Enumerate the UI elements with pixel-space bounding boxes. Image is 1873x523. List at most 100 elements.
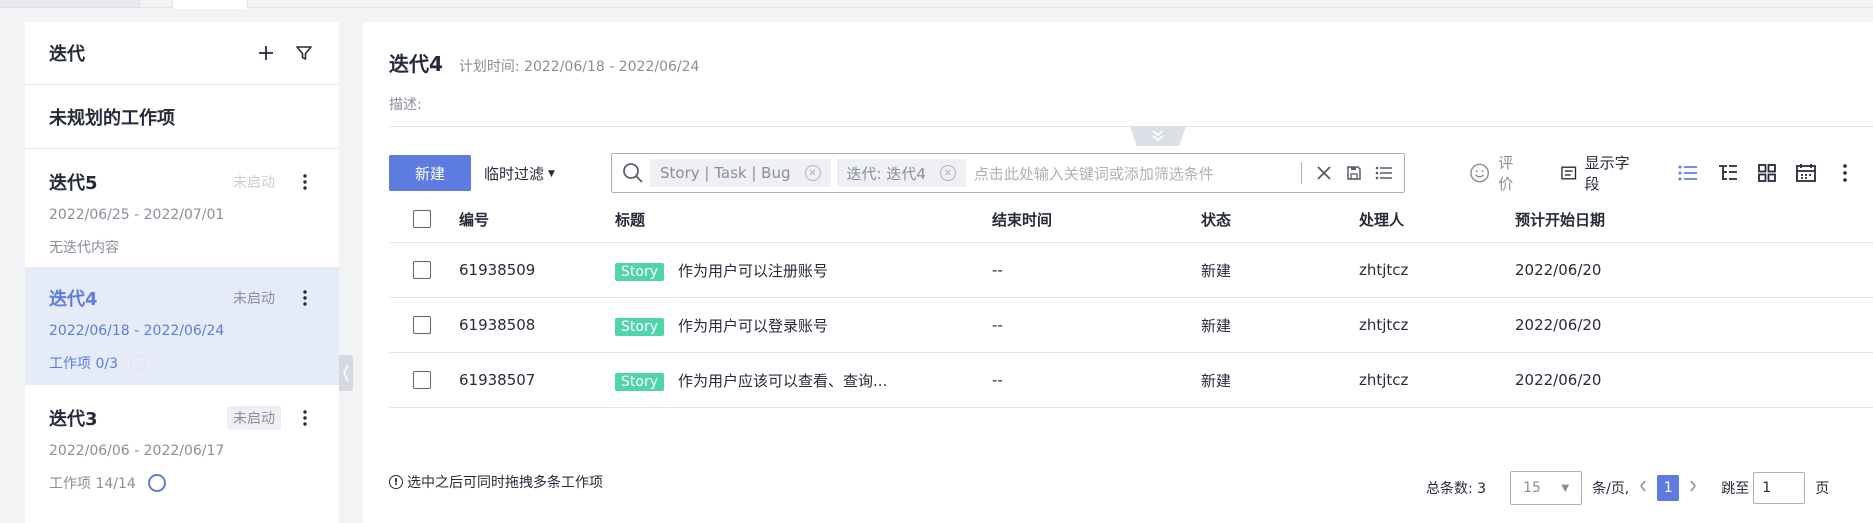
main-panel: 迭代4 计划时间: 2022/06/18 - 2022/06/24 描述: 新建… (363, 22, 1873, 523)
table-row[interactable]: 61938507 Story 作为用户应该可以查看、查询... -- 新建 zht… (389, 353, 1873, 408)
iteration-date: 2022/06/25 - 2022/07/01 (49, 207, 225, 223)
row-checkbox[interactable] (413, 371, 431, 389)
table-header: 编号 标题 结束时间 状态 处理人 预计开始日期 (389, 196, 1873, 243)
col-title[interactable]: 标题 (615, 209, 645, 230)
view-tools: 评价 显示字段 (1469, 153, 1873, 193)
row-status[interactable]: 新建 (1201, 315, 1231, 336)
caret-down-icon: ▼ (548, 168, 555, 179)
row-title[interactable]: Story 作为用户可以登录账号 (615, 315, 828, 336)
workitem-table: 编号 标题 结束时间 状态 处理人 预计开始日期 61938509 Story 作… (389, 210, 1873, 408)
col-status[interactable]: 状态 (1201, 209, 1231, 230)
row-checkbox[interactable] (413, 316, 431, 334)
table-row[interactable]: 61938509 Story 作为用户可以注册账号 -- 新建 zhtjtcz 2… (389, 243, 1873, 298)
row-owner[interactable]: zhtjtcz (1359, 316, 1408, 334)
unplanned-items[interactable]: 未规划的工作项 (25, 85, 339, 149)
show-fields-button[interactable]: 显示字段 (1561, 152, 1642, 194)
expand-toggle[interactable] (1130, 126, 1186, 146)
row-title-text[interactable]: 作为用户应该可以查看、查询... (678, 372, 887, 390)
row-title-text[interactable]: 作为用户可以注册账号 (678, 262, 828, 280)
filter-chip-iteration[interactable]: 迭代: 迭代4 ✕ (836, 159, 966, 187)
more-icon[interactable] (295, 410, 315, 426)
row-status[interactable]: 新建 (1201, 370, 1231, 391)
description-label: 描述: (389, 97, 422, 113)
clear-icon[interactable] (1314, 163, 1334, 183)
row-start-date: 2022/06/20 (1515, 316, 1602, 334)
progress-ring-icon (129, 355, 146, 371)
per-page-label: 条/页, (1592, 481, 1630, 497)
temp-filter-dropdown[interactable]: 临时过滤 ▼ (484, 163, 555, 184)
iteration-sub-text: 无迭代内容 (49, 240, 119, 256)
total-count: 总条数: 3 (1426, 481, 1487, 497)
info-icon: ! (389, 475, 403, 489)
status-badge: 未启动 (233, 291, 275, 307)
story-tag: Story (615, 262, 664, 281)
iteration-item[interactable]: 迭代3 未启动 2022/06/06 - 2022/06/17 工作项 14/1… (25, 385, 339, 505)
search-input[interactable]: 点击此处输入关键词或添加筛选条件 (974, 163, 1301, 184)
iteration-date: 2022/06/18 - 2022/06/24 (49, 323, 225, 339)
iteration-name: 迭代4 (49, 289, 98, 310)
page-size-select[interactable]: 15 ▼ (1510, 471, 1583, 505)
chip-close-icon[interactable]: ✕ (939, 165, 956, 181)
page-button-current[interactable]: 1 (1657, 475, 1680, 501)
plan-time: 计划时间: 2022/06/18 - 2022/06/24 (458, 59, 700, 75)
list-options-icon[interactable] (1374, 163, 1394, 183)
save-icon[interactable] (1344, 163, 1364, 183)
sidebar-title: 迭代 (49, 44, 85, 65)
row-start-date: 2022/06/20 (1515, 261, 1602, 279)
evaluate-label: 评价 (1498, 154, 1514, 193)
caret-down-icon: ▼ (1561, 482, 1570, 494)
col-id[interactable]: 编号 (459, 209, 489, 230)
card-view-icon[interactable] (1755, 161, 1778, 185)
progress-ring-icon (147, 474, 166, 492)
prev-page-icon[interactable] (1639, 480, 1647, 496)
jump-label: 跳至 (1721, 481, 1750, 497)
new-button[interactable]: 新建 (389, 155, 471, 191)
table-row[interactable]: 61938508 Story 作为用户可以登录账号 -- 新建 zhtjtcz 2… (389, 298, 1873, 353)
filter-search-box[interactable]: Story | Task | Bug ✕ 迭代: 迭代4 ✕ 点击此处输入关键词… (611, 153, 1405, 193)
row-owner[interactable]: zhtjtcz (1359, 261, 1408, 279)
filter-icon[interactable] (293, 42, 315, 64)
row-end-time: -- (992, 261, 1003, 279)
row-status[interactable]: 新建 (1201, 260, 1231, 281)
filter-chip-type[interactable]: Story | Task | Bug ✕ (650, 159, 831, 187)
chip-text: 迭代: 迭代4 (846, 164, 926, 183)
col-end-time[interactable]: 结束时间 (992, 209, 1052, 230)
iteration-sub-text: 工作项 0/3 (49, 356, 118, 372)
iteration-item[interactable]: 迭代5 未启动 2022/06/25 - 2022/07/01 无迭代内容 (25, 149, 339, 267)
row-title-text[interactable]: 作为用户可以登录账号 (678, 317, 828, 335)
row-owner[interactable]: zhtjtcz (1359, 371, 1408, 389)
search-icon (623, 163, 643, 183)
iteration-item-selected[interactable]: 迭代4 未启动 2022/06/18 - 2022/06/24 工作项 0/3 (25, 267, 339, 385)
calendar-view-icon[interactable] (1794, 161, 1817, 185)
col-start-date[interactable]: 预计开始日期 (1515, 209, 1605, 230)
next-page-icon[interactable] (1689, 480, 1697, 496)
chip-close-icon[interactable]: ✕ (804, 165, 821, 181)
sidebar-collapse-handle[interactable] (339, 355, 353, 391)
row-end-time: -- (992, 316, 1003, 334)
show-fields-label: 显示字段 (1584, 154, 1630, 193)
row-start-date: 2022/06/20 (1515, 371, 1602, 389)
more-icon[interactable] (1834, 161, 1857, 185)
row-id: 61938509 (459, 261, 536, 279)
jump-page-input[interactable]: 1 (1753, 472, 1806, 504)
row-checkbox[interactable] (413, 261, 431, 279)
tab-active[interactable] (172, 0, 248, 9)
more-icon[interactable] (295, 290, 315, 306)
tree-view-icon[interactable] (1716, 161, 1739, 185)
row-title[interactable]: Story 作为用户应该可以查看、查询... (615, 370, 887, 391)
story-tag: Story (615, 372, 664, 391)
add-icon[interactable] (255, 42, 277, 64)
list-view-icon[interactable] (1677, 161, 1700, 185)
pagination: 总条数: 3 15 ▼ 条/页, 1 跳至 1 页 (1426, 471, 1829, 505)
sidebar-header: 迭代 (25, 22, 339, 85)
evaluate-button[interactable]: 评价 (1469, 152, 1527, 194)
iteration-sub: 无迭代内容 (49, 237, 315, 257)
col-owner[interactable]: 处理人 (1359, 209, 1404, 230)
checkbox[interactable] (413, 210, 431, 228)
tab-previous[interactable] (0, 0, 140, 7)
more-icon[interactable] (295, 174, 315, 190)
select-all-checkbox[interactable] (413, 210, 431, 228)
status-badge: 未启动 (227, 406, 281, 430)
drag-hint: ! 选中之后可同时拖拽多条工作项 (389, 472, 603, 492)
row-title[interactable]: Story 作为用户可以注册账号 (615, 260, 828, 281)
